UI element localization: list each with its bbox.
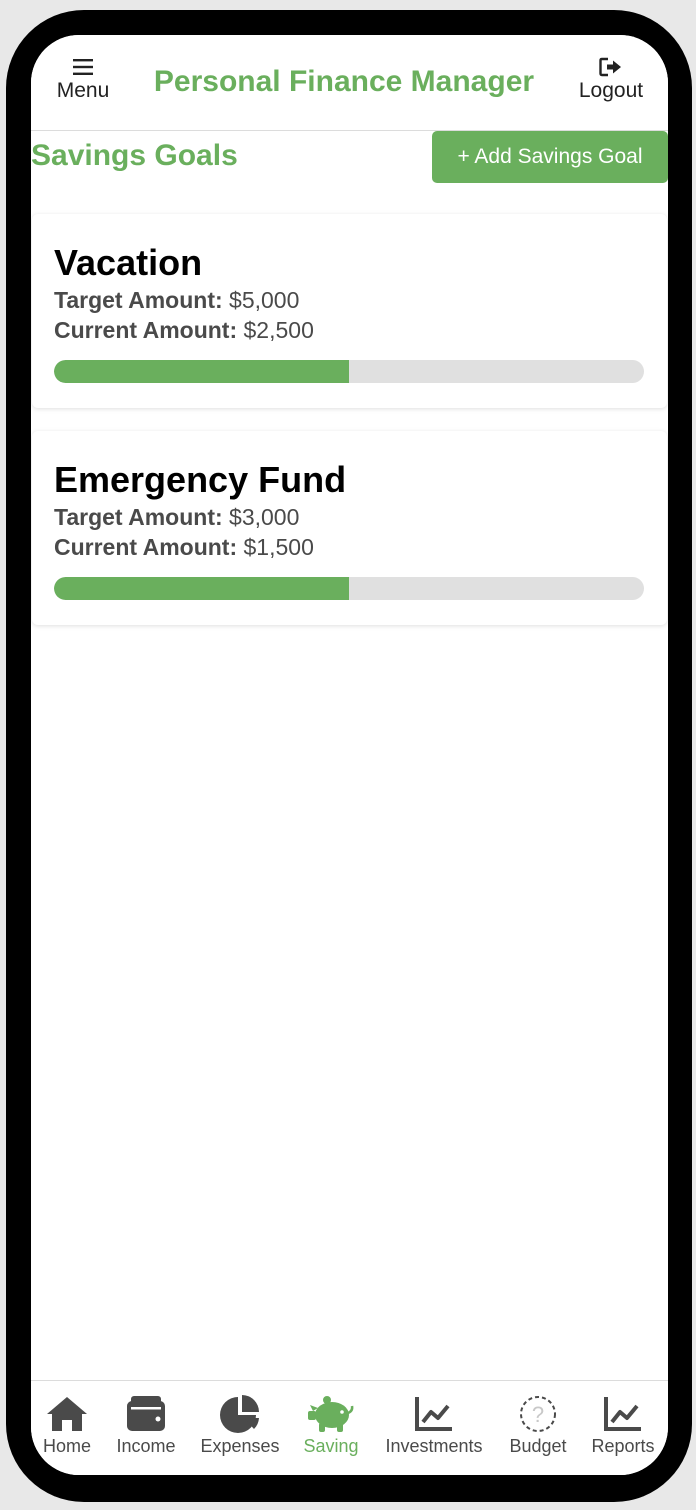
target-amount-line: Target Amount: $3,000 xyxy=(54,504,299,531)
piggy-bank-icon xyxy=(308,1396,354,1432)
nav-item-budget[interactable]: ? Budget xyxy=(507,1393,569,1457)
nav-item-expenses[interactable]: Expenses xyxy=(199,1393,281,1457)
target-amount-label: Target Amount: xyxy=(54,504,223,530)
current-amount-value: $1,500 xyxy=(243,534,314,560)
progress-bar xyxy=(54,360,644,383)
nav-item-income[interactable]: Income xyxy=(113,1393,179,1457)
goal-card[interactable]: Vacation Target Amount: $5,000 Current A… xyxy=(32,214,667,408)
target-amount-line: Target Amount: $5,000 xyxy=(54,287,299,314)
target-amount-value: $5,000 xyxy=(229,287,300,313)
nav-label-budget: Budget xyxy=(509,1436,567,1456)
nav-item-investments[interactable]: Investments xyxy=(381,1393,487,1457)
add-savings-goal-button[interactable]: + Add Savings Goal xyxy=(432,131,668,183)
current-amount-label: Current Amount: xyxy=(54,534,238,560)
goal-name: Vacation xyxy=(54,242,203,283)
current-amount-line: Current Amount: $1,500 xyxy=(54,534,314,561)
section-title: Savings Goals xyxy=(31,139,238,172)
question-circle-icon: ? xyxy=(520,1396,556,1432)
menu-label: Menu xyxy=(56,79,110,102)
nav-label-reports: Reports xyxy=(591,1436,655,1456)
menu-button[interactable]: Menu xyxy=(53,57,113,103)
nav-label-saving: Saving xyxy=(303,1436,359,1456)
pie-chart-icon xyxy=(220,1395,259,1433)
nav-label-home: Home xyxy=(42,1436,91,1456)
app-header: Menu Personal Finance Manager Logout xyxy=(31,35,668,131)
goal-card[interactable]: Emergency Fund Target Amount: $3,000 Cur… xyxy=(32,431,667,625)
nav-item-home[interactable]: Home xyxy=(39,1393,95,1457)
target-amount-value: $3,000 xyxy=(229,504,300,530)
app-screen: Menu Personal Finance Manager Logout Sav… xyxy=(31,35,668,1475)
svg-text:?: ? xyxy=(532,1402,544,1427)
nav-item-reports[interactable]: Reports xyxy=(588,1393,658,1457)
sign-out-icon xyxy=(599,57,621,77)
logout-label: Logout xyxy=(578,79,644,102)
home-icon xyxy=(47,1397,87,1431)
current-amount-line: Current Amount: $2,500 xyxy=(54,317,314,344)
progress-fill xyxy=(54,360,349,383)
nav-label-investments: Investments xyxy=(385,1436,483,1456)
nav-label-income: Income xyxy=(116,1436,176,1456)
logout-button[interactable]: Logout xyxy=(574,57,648,103)
progress-fill xyxy=(54,577,349,600)
hamburger-icon xyxy=(73,59,93,75)
current-amount-label: Current Amount: xyxy=(54,317,238,343)
nav-label-expenses: Expenses xyxy=(200,1436,280,1456)
wallet-icon xyxy=(127,1396,165,1431)
line-chart-icon xyxy=(415,1397,452,1431)
app-title: Personal Finance Manager xyxy=(153,65,535,98)
goal-name: Emergency Fund xyxy=(54,459,347,500)
line-chart-icon xyxy=(604,1397,641,1431)
current-amount-value: $2,500 xyxy=(243,317,314,343)
nav-item-saving[interactable]: Saving xyxy=(302,1393,360,1457)
target-amount-label: Target Amount: xyxy=(54,287,223,313)
bottom-nav: Home Income Expenses Saving Investments … xyxy=(31,1380,668,1475)
progress-bar xyxy=(54,577,644,600)
